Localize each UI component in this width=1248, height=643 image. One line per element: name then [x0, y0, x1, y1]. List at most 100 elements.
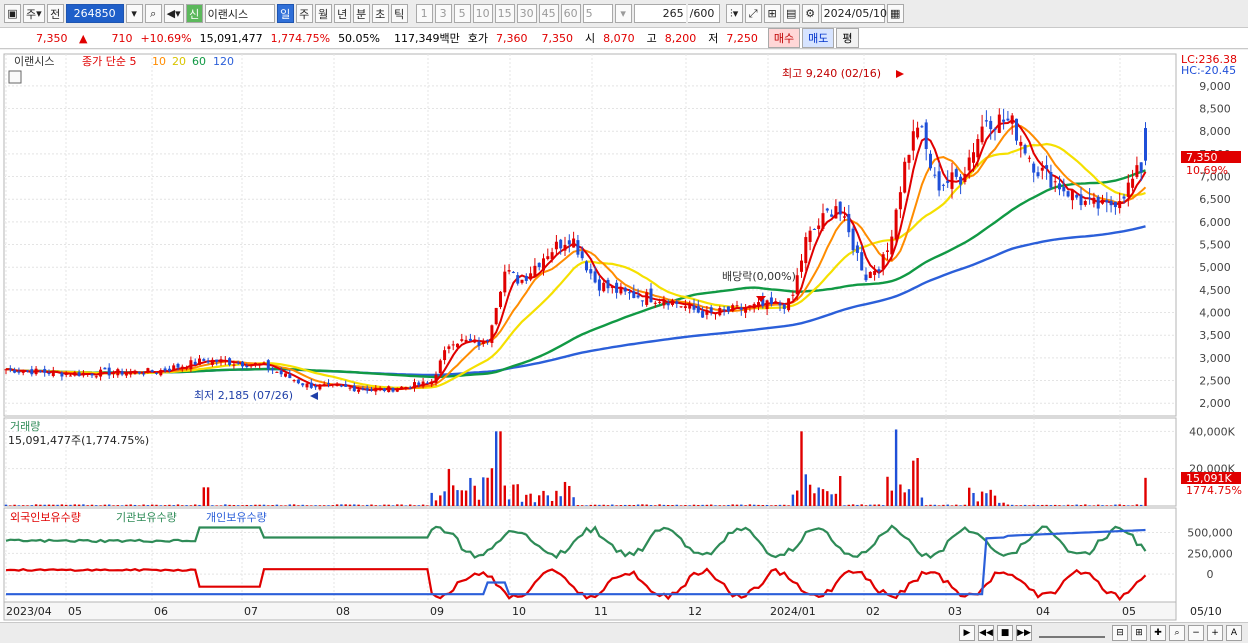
- candle-body: [460, 339, 464, 341]
- volume-tick-label: 40,000K: [1189, 425, 1235, 438]
- font-size-icon[interactable]: A: [1226, 625, 1242, 641]
- fast-forward-icon[interactable]: ▶▶: [1016, 625, 1032, 641]
- grid-icon[interactable]: ⊞: [1131, 625, 1147, 641]
- candle-body: [99, 369, 103, 377]
- stock-name-field[interactable]: 이랜시스: [204, 4, 275, 23]
- candle-body: [1135, 165, 1139, 178]
- volume-bar: [890, 490, 893, 506]
- volume-bar: [877, 504, 881, 506]
- volume-bar: [56, 504, 59, 506]
- add-indicator-icon[interactable]: ⊞: [763, 4, 781, 23]
- interval-1[interactable]: 1: [415, 4, 433, 23]
- period-week[interactable]: 주: [295, 4, 313, 23]
- volume-bar: [585, 505, 588, 506]
- ask-price: 7,360: [496, 31, 528, 45]
- candle-body: [993, 129, 997, 131]
- quote-bar: 7,350 ▲ 710 +10.69% 15,091,477 1,774.75%…: [0, 28, 1248, 49]
- volume-bar: [649, 505, 653, 506]
- volume-bar: [800, 431, 803, 506]
- market-select[interactable]: 주 ▾: [23, 4, 45, 23]
- period-year[interactable]: 년: [333, 4, 351, 23]
- volume-bar: [65, 504, 68, 506]
- period-month[interactable]: 월: [314, 4, 332, 23]
- volume-bar: [744, 505, 747, 506]
- volume-bar: [460, 490, 463, 506]
- volume-bar: [654, 505, 657, 506]
- interval-45[interactable]: 45: [538, 4, 559, 23]
- zoom-slider[interactable]: [1039, 628, 1105, 638]
- calendar-icon[interactable]: ▦: [886, 4, 904, 23]
- interval-10[interactable]: 10: [472, 4, 493, 23]
- eval-button[interactable]: 평: [836, 28, 859, 48]
- candle-body: [1019, 141, 1023, 146]
- candle-body: [886, 250, 889, 252]
- candle-body: [219, 359, 223, 363]
- volume-bar: [39, 504, 42, 506]
- period-tick[interactable]: 틱: [390, 4, 408, 23]
- stock-code-input[interactable]: 264850: [65, 4, 124, 23]
- table-toggle-icon[interactable]: [8, 70, 22, 84]
- interval-input[interactable]: 5: [582, 4, 613, 23]
- interval-15[interactable]: 15: [494, 4, 515, 23]
- sell-button[interactable]: 매도: [802, 28, 835, 48]
- candle-body: [189, 360, 193, 370]
- interval-dropdown-icon[interactable]: ▾: [614, 4, 632, 23]
- period-second[interactable]: 초: [371, 4, 389, 23]
- candle-body: [210, 359, 214, 365]
- crosshair-icon[interactable]: ✚: [1150, 625, 1166, 641]
- volume-bar: [237, 505, 240, 506]
- rewind-icon[interactable]: ◀◀: [978, 625, 994, 641]
- candle-body: [8, 368, 12, 370]
- interval-30[interactable]: 30: [516, 4, 537, 23]
- volume-bar: [426, 505, 429, 506]
- layout-icon[interactable]: ⊟: [1112, 625, 1128, 641]
- candle-body: [47, 373, 51, 375]
- period-minute[interactable]: 분: [352, 4, 370, 23]
- date-tick-label: 2024/01: [770, 605, 816, 618]
- volume-bar: [120, 505, 124, 506]
- volume-bar: [103, 504, 107, 506]
- candle-body: [1066, 191, 1070, 197]
- stock-dropdown-icon[interactable]: ▾: [125, 4, 143, 23]
- candle-body: [215, 359, 219, 362]
- date-tick-label: 03: [948, 605, 962, 618]
- volume-bar: [292, 504, 296, 506]
- date-tick-label: 10: [512, 605, 526, 618]
- prev-button[interactable]: 전: [46, 4, 64, 23]
- save-icon[interactable]: ▤: [782, 4, 800, 23]
- investor-tick-label: 0: [1207, 568, 1214, 581]
- stock-chart[interactable]: 9,0008,5008,0007,5007,0006,5006,0005,500…: [0, 50, 1248, 622]
- candle-type-icon[interactable]: ⫶▾: [725, 4, 743, 23]
- volume-bar: [1036, 505, 1040, 506]
- chart-area[interactable]: 9,0008,5008,0007,5007,0006,5006,0005,500…: [0, 50, 1248, 622]
- volume-bar: [1109, 505, 1113, 506]
- speaker-icon[interactable]: ◀▾: [163, 4, 184, 23]
- bar-count-input[interactable]: 265: [633, 4, 686, 23]
- stop-icon[interactable]: ■: [997, 625, 1013, 641]
- draw-tool-icon[interactable]: ⤢: [744, 4, 762, 23]
- settings-gear-icon[interactable]: ⚙: [801, 4, 819, 23]
- volume-bar: [516, 484, 519, 506]
- candle-body: [236, 362, 240, 364]
- interval-3[interactable]: 3: [434, 4, 452, 23]
- magnify-icon[interactable]: ⌕: [1169, 625, 1185, 641]
- date-input[interactable]: 2024/05/10: [820, 4, 887, 23]
- buy-button[interactable]: 매수: [767, 28, 801, 48]
- candle-body: [696, 306, 700, 313]
- volume-bar: [206, 487, 210, 506]
- candle-body: [529, 273, 533, 280]
- scroll-right-icon[interactable]: ▶: [959, 625, 975, 641]
- period-day[interactable]: 일: [276, 4, 294, 23]
- interval-60[interactable]: 60: [560, 4, 581, 23]
- zoom-in-icon[interactable]: +: [1207, 625, 1223, 641]
- candle-body: [1036, 172, 1040, 177]
- volume-bar: [757, 504, 760, 506]
- volume-bar: [761, 505, 764, 506]
- search-icon[interactable]: ⌕: [144, 4, 162, 23]
- interval-5[interactable]: 5: [453, 4, 471, 23]
- zoom-out-icon[interactable]: −: [1188, 625, 1204, 641]
- volume-bar: [258, 504, 261, 506]
- window-icon[interactable]: ▣: [4, 4, 21, 23]
- candle-body: [339, 385, 343, 387]
- volume-bar: [409, 504, 412, 506]
